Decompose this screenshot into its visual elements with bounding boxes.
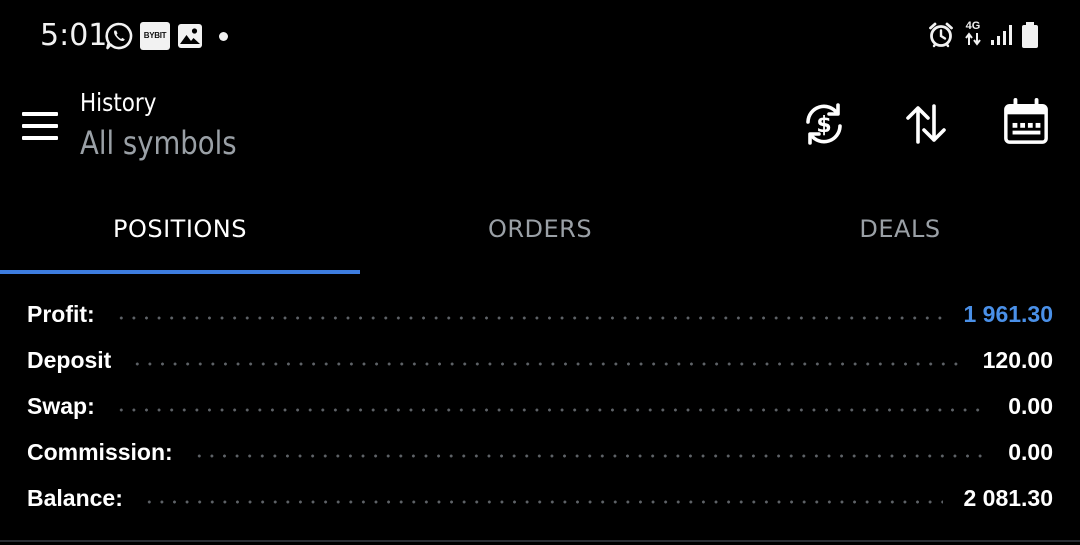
network-4g-label: 4G	[965, 20, 981, 32]
profit-label: Profit:	[27, 300, 95, 327]
battery-icon	[1022, 22, 1038, 48]
deposit-label: Deposit	[27, 346, 112, 373]
summary-row-deposit: Deposit 120.00	[27, 340, 1053, 380]
data-arrows-icon	[965, 32, 981, 46]
bottom-divider	[0, 540, 1080, 542]
swap-label: Swap:	[27, 392, 95, 419]
tab-orders[interactable]: ORDERS	[360, 190, 720, 274]
network-4g-icon: 4G	[963, 21, 983, 49]
commission-value: 0.00	[1008, 438, 1053, 465]
dot-leader	[142, 500, 944, 504]
summary-row-commission: Commission: 0.00	[27, 432, 1053, 472]
tab-bar: POSITIONS ORDERS DEALS	[0, 190, 1080, 274]
status-bar: 5:01 BYBIT 4G	[0, 0, 1080, 70]
dot-leader	[114, 408, 989, 412]
balance-value: 2 081.30	[963, 484, 1053, 511]
whatsapp-icon	[105, 22, 133, 50]
sort-icon[interactable]	[902, 100, 950, 148]
summary-row-balance: Balance: 2 081.30	[27, 478, 1053, 518]
app-bar: History All symbols $	[0, 70, 1080, 190]
profit-value: 1 961.30	[963, 300, 1053, 327]
dot-leader	[114, 316, 944, 320]
currency-refresh-icon[interactable]: $	[800, 100, 848, 148]
alarm-icon	[929, 22, 953, 48]
status-time: 5:01	[40, 18, 108, 53]
tab-deals[interactable]: DEALS	[720, 190, 1080, 274]
tab-positions[interactable]: POSITIONS	[0, 190, 360, 274]
symbol-filter[interactable]: All symbols	[80, 124, 237, 162]
dot-leader	[131, 362, 963, 366]
summary-row-profit: Profit: 1 961.30	[27, 294, 1053, 334]
signal-icon	[991, 25, 1012, 45]
page-title: History	[80, 88, 157, 117]
history-screen: 5:01 BYBIT 4G History All symbols $ POSI…	[0, 0, 1080, 545]
gallery-icon	[178, 24, 202, 48]
bybit-icon: BYBIT	[140, 22, 170, 50]
calendar-icon[interactable]	[1002, 98, 1050, 146]
hamburger-menu-icon[interactable]	[22, 112, 58, 140]
active-tab-indicator	[0, 270, 360, 274]
swap-value: 0.00	[1008, 392, 1053, 419]
svg-text:$: $	[816, 113, 831, 138]
deposit-value: 120.00	[982, 346, 1053, 373]
dot-icon	[219, 32, 228, 41]
dot-leader	[192, 454, 989, 458]
commission-label: Commission:	[27, 438, 173, 465]
summary-row-swap: Swap: 0.00	[27, 386, 1053, 426]
balance-label: Balance:	[27, 484, 123, 511]
